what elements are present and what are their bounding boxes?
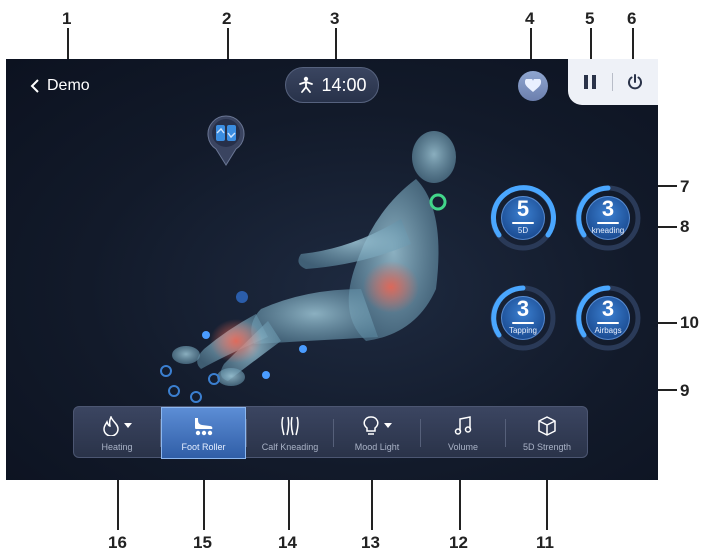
timer-display[interactable]: 14:00 xyxy=(285,67,379,103)
pause-icon xyxy=(584,75,596,89)
dial-tapping[interactable]: 3 Tapping xyxy=(490,285,556,351)
callout-2: 2 xyxy=(222,9,232,28)
dial-label: Tapping xyxy=(508,326,538,335)
massage-mode-badge[interactable] xyxy=(204,109,248,167)
function-label: Heating xyxy=(101,441,133,452)
back-label: Demo xyxy=(47,77,90,94)
heart-icon xyxy=(525,79,541,92)
callout-12: 12 xyxy=(449,533,468,552)
callout-1: 1 xyxy=(62,9,72,28)
callout-6: 6 xyxy=(627,9,637,28)
timer-text: 14:00 xyxy=(321,74,367,95)
dial-underline xyxy=(597,222,619,224)
callout-8: 8 xyxy=(680,217,690,236)
callout-4: 4 xyxy=(525,9,535,28)
foot-roller-button[interactable]: Foot Roller xyxy=(161,407,246,459)
function-label: Mood Light xyxy=(354,441,400,452)
heating-button[interactable]: Heating xyxy=(74,407,160,459)
calf-kneading-button[interactable]: Calf Kneading xyxy=(247,407,333,459)
dial-value: 3 xyxy=(516,296,530,321)
dropdown-caret-icon xyxy=(383,423,392,428)
control-panel xyxy=(568,59,658,105)
favorite-button[interactable] xyxy=(518,71,548,101)
dropdown-caret-icon xyxy=(123,423,132,428)
dial-value: 3 xyxy=(601,296,615,321)
dial-5d[interactable]: 5 5D xyxy=(490,185,556,251)
dial-label: Airbags xyxy=(594,326,622,335)
back-button[interactable]: Demo xyxy=(30,77,90,95)
function-label: 5D Strength xyxy=(522,441,572,452)
callout-5: 5 xyxy=(585,9,595,28)
function-label: Foot Roller xyxy=(181,441,226,452)
function-label: Calf Kneading xyxy=(261,441,319,452)
function-label: Volume xyxy=(447,441,479,452)
chevron-left-icon xyxy=(30,79,39,93)
callout-3: 3 xyxy=(330,9,340,28)
dial-airbags[interactable]: 3 Airbags xyxy=(575,285,641,351)
music-note-icon xyxy=(454,415,472,435)
5d-strength-button[interactable]: 5D Strength xyxy=(506,407,588,459)
callout-10: 10 xyxy=(680,313,699,332)
callout-13: 13 xyxy=(361,533,380,552)
callout-16: 16 xyxy=(108,533,127,552)
dial-value: 5 xyxy=(516,196,530,221)
massage-person-icon xyxy=(299,76,314,93)
dial-label: kneading xyxy=(591,226,625,235)
power-button[interactable] xyxy=(613,59,657,105)
callout-11: 11 xyxy=(536,533,554,552)
callout-14: 14 xyxy=(278,533,297,552)
dial-value: 3 xyxy=(601,196,615,221)
calf-icon xyxy=(281,416,299,435)
callout-7: 7 xyxy=(680,177,690,196)
volume-button[interactable]: Volume xyxy=(421,407,505,459)
foot-roller-icon xyxy=(194,417,212,435)
power-icon xyxy=(628,74,642,90)
cube-icon xyxy=(538,415,556,436)
dial-underline xyxy=(512,322,534,324)
device-screen: Demo 14:00 5 5D 3 kneading 3 Tapping 3 A… xyxy=(6,59,658,480)
bulb-icon xyxy=(363,415,378,435)
mood-light-button[interactable]: Mood Light xyxy=(334,407,420,459)
dial-label: 5D xyxy=(517,226,529,235)
dial-kneading[interactable]: 3 kneading xyxy=(575,185,641,251)
callout-9: 9 xyxy=(680,381,690,400)
function-bar: Heating Foot Roller Calf Kneading Mood L… xyxy=(73,406,588,459)
dial-underline xyxy=(512,222,534,224)
callout-15: 15 xyxy=(193,533,212,552)
flame-icon xyxy=(102,415,119,436)
pause-button[interactable] xyxy=(568,59,612,105)
dial-underline xyxy=(597,322,619,324)
top-bar: Demo 14:00 xyxy=(6,59,658,109)
